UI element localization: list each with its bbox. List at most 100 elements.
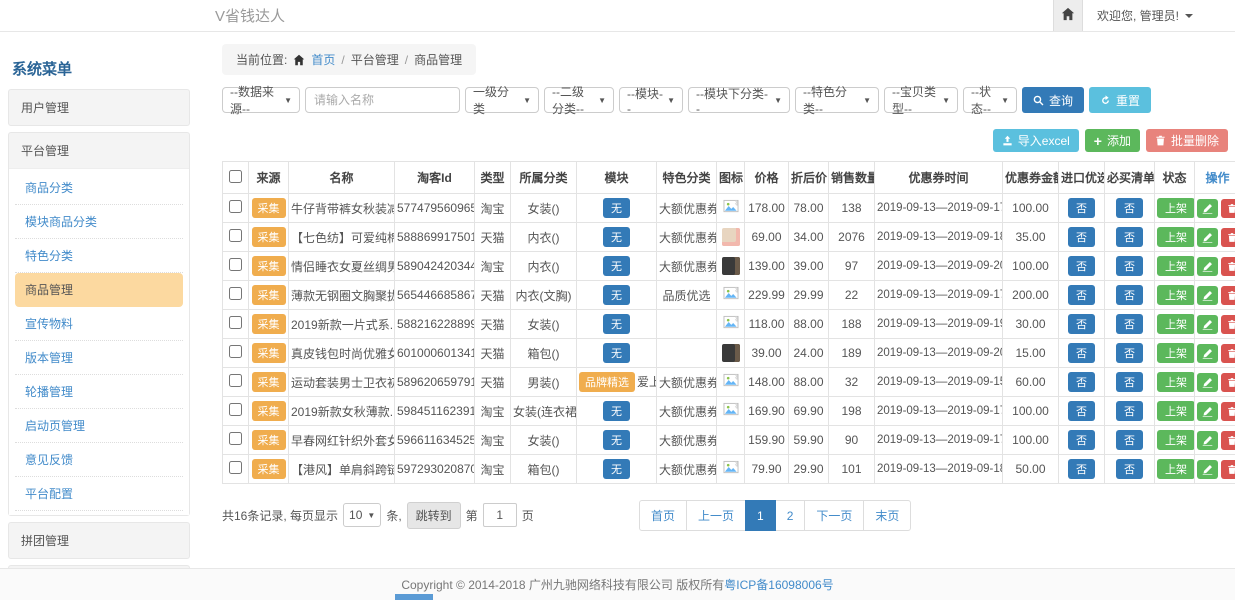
edit-button[interactable] <box>1197 402 1218 421</box>
batch-delete-button[interactable]: 批量删除 <box>1146 129 1228 152</box>
row-checkbox[interactable] <box>229 258 242 271</box>
filter-select-6[interactable]: --状态--▼ <box>963 87 1017 113</box>
reset-button[interactable]: 重置 <box>1089 87 1151 113</box>
delete-button[interactable] <box>1221 460 1235 479</box>
sidebar-item[interactable]: 模块商品分类 <box>15 205 183 239</box>
must-buy-toggle[interactable]: 否 <box>1116 430 1143 450</box>
delete-button[interactable] <box>1221 431 1235 450</box>
delete-button[interactable] <box>1221 286 1235 305</box>
delete-button[interactable] <box>1221 402 1235 421</box>
user-menu[interactable]: 欢迎您, 管理员! <box>1083 0 1235 31</box>
edit-button[interactable] <box>1197 286 1218 305</box>
page-button-上一页[interactable]: 上一页 <box>686 500 746 531</box>
status-button[interactable]: 上架 <box>1157 372 1195 392</box>
must-buy-toggle[interactable]: 否 <box>1116 256 1143 276</box>
delete-button[interactable] <box>1221 199 1235 218</box>
must-buy-toggle[interactable]: 否 <box>1116 227 1143 247</box>
delete-button[interactable] <box>1221 257 1235 276</box>
must-buy-toggle[interactable]: 否 <box>1116 372 1143 392</box>
status-button[interactable]: 上架 <box>1157 285 1195 305</box>
sidebar-item[interactable]: 平台配置 <box>15 477 183 511</box>
row-checkbox[interactable] <box>229 461 242 474</box>
import-choice-toggle[interactable]: 否 <box>1068 285 1095 305</box>
row-checkbox[interactable] <box>229 200 242 213</box>
status-button[interactable]: 上架 <box>1157 401 1195 421</box>
page-button-2[interactable]: 2 <box>775 500 806 531</box>
row-checkbox[interactable] <box>229 316 242 329</box>
sidebar-panel-label[interactable]: 拼团管理 <box>9 523 189 558</box>
icp-link[interactable]: 粤ICP备16098006号 <box>724 576 833 593</box>
status-button[interactable]: 上架 <box>1157 198 1195 218</box>
status-button[interactable]: 上架 <box>1157 430 1195 450</box>
breadcrumb-home-link[interactable]: 首页 <box>311 51 335 68</box>
must-buy-toggle[interactable]: 否 <box>1116 314 1143 334</box>
status-button[interactable]: 上架 <box>1157 256 1195 276</box>
status-button[interactable]: 上架 <box>1157 459 1195 479</box>
row-checkbox[interactable] <box>229 432 242 445</box>
edit-button[interactable] <box>1197 344 1218 363</box>
import-choice-toggle[interactable]: 否 <box>1068 314 1095 334</box>
edit-button[interactable] <box>1197 199 1218 218</box>
delete-button[interactable] <box>1221 315 1235 334</box>
filter-select-0[interactable]: 一级分类▼ <box>465 87 539 113</box>
edit-button[interactable] <box>1197 431 1218 450</box>
import-choice-toggle[interactable]: 否 <box>1068 256 1095 276</box>
import-choice-toggle[interactable]: 否 <box>1068 430 1095 450</box>
row-checkbox[interactable] <box>229 287 242 300</box>
filter-select-2[interactable]: --模块--▼ <box>619 87 683 113</box>
sidebar-item[interactable]: 轮播管理 <box>15 375 183 409</box>
must-buy-toggle[interactable]: 否 <box>1116 401 1143 421</box>
filter-select-5[interactable]: --宝贝类型--▼ <box>884 87 958 113</box>
select-all-checkbox[interactable] <box>229 170 242 183</box>
must-buy-toggle[interactable]: 否 <box>1116 343 1143 363</box>
delete-button[interactable] <box>1221 373 1235 392</box>
status-button[interactable]: 上架 <box>1157 314 1195 334</box>
add-button[interactable]: + 添加 <box>1085 129 1140 152</box>
name-search-input[interactable] <box>305 87 460 113</box>
sidebar-panel-label[interactable]: 用户管理 <box>9 90 189 125</box>
row-checkbox[interactable] <box>229 345 242 358</box>
import-excel-button[interactable]: 导入excel <box>993 129 1079 152</box>
must-buy-toggle[interactable]: 否 <box>1116 459 1143 479</box>
filter-select-4[interactable]: --特色分类--▼ <box>795 87 879 113</box>
import-choice-toggle[interactable]: 否 <box>1068 372 1095 392</box>
status-button[interactable]: 上架 <box>1157 343 1195 363</box>
page-number-input[interactable] <box>483 503 517 527</box>
page-button-首页[interactable]: 首页 <box>639 500 687 531</box>
per-page-select[interactable]: 10 ▼ <box>343 503 381 527</box>
filter-select-3[interactable]: --模块下分类--▼ <box>688 87 790 113</box>
sidebar-item[interactable]: 商品分类 <box>15 171 183 205</box>
edit-button[interactable] <box>1197 460 1218 479</box>
edit-button[interactable] <box>1197 373 1218 392</box>
delete-button[interactable] <box>1221 228 1235 247</box>
jump-button[interactable]: 跳转到 <box>407 502 461 529</box>
import-choice-toggle[interactable]: 否 <box>1068 343 1095 363</box>
import-choice-toggle[interactable]: 否 <box>1068 198 1095 218</box>
sidebar-item[interactable]: 版本管理 <box>15 341 183 375</box>
edit-button[interactable] <box>1197 228 1218 247</box>
filter-select-1[interactable]: --二级分类--▼ <box>544 87 614 113</box>
page-button-末页[interactable]: 末页 <box>863 500 911 531</box>
filter-data-source[interactable]: --数据来源--▼ <box>222 87 300 113</box>
sidebar-item[interactable]: 宣传物料 <box>15 307 183 341</box>
delete-button[interactable] <box>1221 344 1235 363</box>
search-button[interactable]: 查询 <box>1022 87 1084 113</box>
sidebar-item[interactable]: 特色分类 <box>15 239 183 273</box>
edit-button[interactable] <box>1197 315 1218 334</box>
import-choice-toggle[interactable]: 否 <box>1068 459 1095 479</box>
must-buy-toggle[interactable]: 否 <box>1116 285 1143 305</box>
page-button-下一页[interactable]: 下一页 <box>804 500 864 531</box>
row-checkbox[interactable] <box>229 229 242 242</box>
sidebar-item[interactable]: 意见反馈 <box>15 443 183 477</box>
import-choice-toggle[interactable]: 否 <box>1068 401 1095 421</box>
sidebar-item[interactable]: 启动页管理 <box>15 409 183 443</box>
row-checkbox[interactable] <box>229 403 242 416</box>
import-choice-toggle[interactable]: 否 <box>1068 227 1095 247</box>
must-buy-toggle[interactable]: 否 <box>1116 198 1143 218</box>
status-button[interactable]: 上架 <box>1157 227 1195 247</box>
page-button-1[interactable]: 1 <box>745 500 776 531</box>
sidebar-panel-label[interactable]: 平台管理 <box>9 133 189 168</box>
row-checkbox[interactable] <box>229 374 242 387</box>
sidebar-item[interactable]: 商品管理 <box>15 273 183 307</box>
edit-button[interactable] <box>1197 257 1218 276</box>
